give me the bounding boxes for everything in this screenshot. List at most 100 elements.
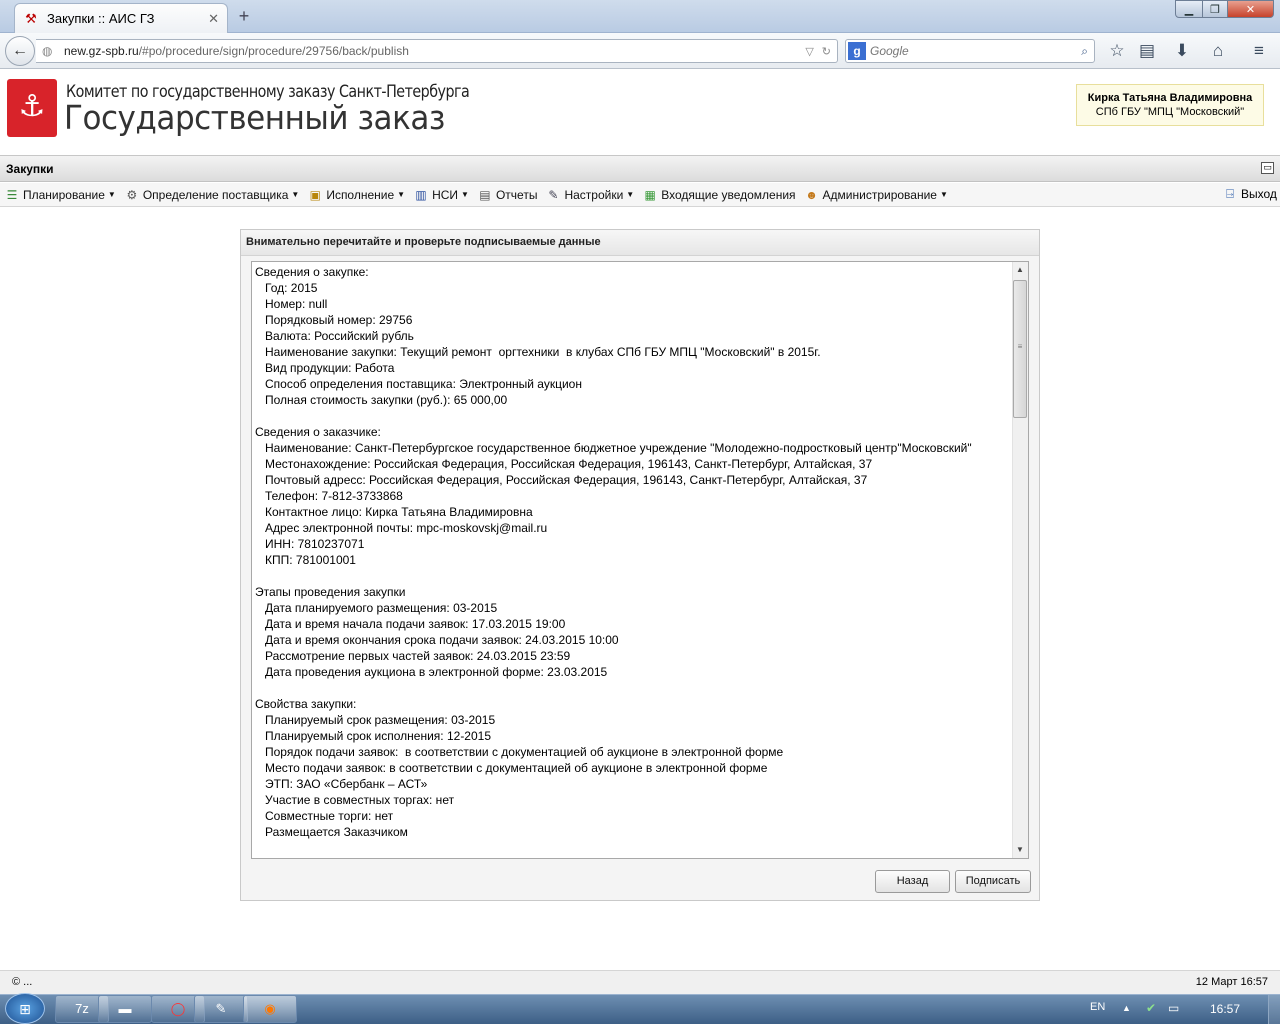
status-bar: © ... 12 Март 16:57 (0, 970, 1280, 994)
content-line: Планируемый срок исполнения: 12-2015 (255, 729, 492, 743)
address-bar[interactable]: ◍ new.gz-spb.ru/#po/procedure/sign/proce… (36, 39, 838, 63)
content-line: Свойства закупки: (255, 697, 357, 711)
chevron-down-icon: ▼ (939, 190, 948, 199)
content-line: Способ определения поставщика: Электронн… (255, 377, 582, 391)
url-host: new.gz-spb.ru (64, 44, 139, 58)
display-icon[interactable]: ▭ (1168, 1001, 1179, 1015)
tray-expand-icon[interactable]: ▲ (1122, 1003, 1131, 1013)
menu-item-planning[interactable]: ☰ Планирование ▼ (0, 187, 120, 203)
planning-icon: ☰ (6, 187, 18, 202)
content-line: Контактное лицо: Кирка Татьяна Владимиро… (255, 505, 533, 519)
content-line: Год: 2015 (255, 281, 318, 295)
content-line: Совместные торги: нет (255, 809, 394, 823)
content-line: КПП: 781001001 (255, 553, 356, 567)
book-icon: ▥ (415, 187, 427, 202)
content-line: Порядковый номер: 29756 (255, 313, 413, 327)
content-line (255, 568, 1011, 584)
content-line: Сведения о заказчике: (255, 425, 381, 439)
back-arrow-icon[interactable]: ← (5, 36, 35, 66)
search-icon[interactable]: ⌕ (1081, 44, 1088, 59)
content-line: Этапы проведения закупки (255, 585, 406, 599)
taskbar-explorer-icon[interactable]: ▬ (98, 995, 152, 1023)
chevron-down-icon: ▼ (626, 190, 635, 199)
content-line: Дата и время окончания срока подачи заяв… (255, 633, 619, 647)
tab-close-icon[interactable]: ✕ (208, 11, 219, 27)
reload-icon[interactable]: ↻ (822, 45, 831, 58)
chevron-down-icon: ▼ (397, 190, 406, 199)
dialog-title: Внимательно перечитайте и проверьте подп… (241, 230, 1039, 256)
download-icon[interactable]: ⬇ (1171, 40, 1193, 62)
content-line: Сведения о закупке: (255, 265, 369, 279)
google-icon[interactable]: g (848, 42, 866, 60)
content-line: Телефон: 7-812-3733868 (255, 489, 403, 503)
taskbar-firefox-icon[interactable]: ◉ (243, 995, 297, 1023)
content-line: Наименование закупки: Текущий ремонт орг… (255, 345, 821, 359)
search-bar[interactable]: g Google ⌕ (845, 39, 1095, 63)
status-datetime: 12 Март 16:57 (1195, 976, 1268, 988)
content-line: Дата проведения аукциона в электронной ф… (255, 665, 608, 679)
back-button[interactable]: Назад (875, 870, 950, 893)
content-line: Полная стоимость закупки (руб.): 65 000,… (255, 393, 508, 407)
user-name: Кирка Татьяна Владимировна (1087, 92, 1253, 104)
logout-button[interactable]: ⍈ Выход (1222, 186, 1277, 202)
wrench-icon: ✎ (548, 187, 559, 202)
gear-icon: ⚙ (126, 187, 138, 202)
menu-item-settings[interactable]: ✎ Настройки ▼ (541, 187, 638, 203)
menu-icon[interactable]: ≡ (1248, 40, 1270, 62)
tab-title: Закупки :: АИС ГЗ (47, 11, 155, 26)
dropdown-arrow-icon[interactable]: ▽ (805, 45, 813, 58)
system-tray: EN ▲ ✔ ▭ 16:57 (1080, 995, 1280, 1023)
network-icon[interactable]: ✔ (1146, 1001, 1156, 1015)
chevron-down-icon: ▼ (291, 190, 300, 199)
window-close-button[interactable]: ✕ (1227, 0, 1274, 18)
content-line: Дата и время начала подачи заявок: 17.03… (255, 617, 566, 631)
menu-item-reports[interactable]: ▤ Отчеты (473, 187, 541, 203)
globe-icon: ◍ (42, 44, 53, 58)
content-line: Номер: null (255, 297, 328, 311)
content-line: Рассмотрение первых частей заявок: 24.03… (255, 649, 571, 663)
content-line: ИНН: 7810237071 (255, 537, 365, 551)
scroll-up-icon[interactable]: ▲ (1012, 262, 1028, 278)
section-header: Закупки (0, 155, 1280, 182)
site-title: Государственный заказ (64, 98, 445, 137)
scroll-down-icon[interactable]: ▼ (1012, 842, 1028, 858)
window-minimize-button[interactable]: ▁ (1175, 0, 1203, 18)
scroll-thumb[interactable]: ≡ (1013, 280, 1027, 418)
start-button[interactable]: ⊞ (5, 993, 45, 1024)
window-restore-button[interactable]: ❐ (1202, 0, 1228, 18)
content-line: Участие в совместных торгах: нет (255, 793, 455, 807)
content-line: Планируемый срок размещения: 03-2015 (255, 713, 496, 727)
sign-button[interactable]: Подписать (955, 870, 1031, 893)
bookmarks-list-icon[interactable]: ▤ (1136, 40, 1158, 62)
section-title: Закупки (6, 161, 54, 176)
collapse-icon[interactable]: ▭ (1261, 162, 1274, 174)
logout-icon: ⍈ (1226, 186, 1234, 201)
menu-item-admin[interactable]: ☻ Администрирование ▼ (800, 187, 952, 203)
browser-tab[interactable]: ⚒ Закупки :: АИС ГЗ ✕ (14, 3, 228, 33)
language-indicator[interactable]: EN (1090, 1001, 1105, 1013)
content-line: Местонахождение: Российская Федерация, Р… (255, 457, 873, 471)
content-line: Вид продукции: Работа (255, 361, 395, 375)
site-favicon-icon: ⚒ (25, 10, 37, 26)
new-tab-icon[interactable]: + (234, 6, 254, 26)
briefcase-icon: ▣ (309, 187, 321, 202)
home-icon[interactable]: ⌂ (1207, 40, 1229, 62)
content-line: Место подачи заявок: в соответствии с до… (255, 761, 768, 775)
content-line: Почтовый адресс: Российская Федерация, Р… (255, 473, 868, 487)
taskbar-notepad-icon[interactable]: ✎ (194, 995, 248, 1023)
user-info-box: Кирка Татьяна Владимировна СПб ГБУ "МПЦ … (1076, 84, 1264, 126)
chevron-down-icon: ▼ (107, 190, 116, 199)
menu-item-execution[interactable]: ▣ Исполнение ▼ (303, 187, 409, 203)
content-line: ЭТП: ЗАО «Сбербанк – АСТ» (255, 777, 428, 791)
spb-coat-of-arms-logo: ⚓ (7, 79, 57, 137)
user-icon: ☻ (805, 187, 818, 202)
menu-item-notifications[interactable]: ▦ Входящие уведомления (638, 187, 799, 203)
bookmark-star-icon[interactable]: ☆ (1106, 40, 1128, 62)
status-text: © ... (12, 976, 33, 988)
taskbar-clock[interactable]: 16:57 (1210, 1002, 1240, 1016)
content-line: Наименование: Санкт-Петербургское госуда… (255, 441, 972, 455)
menu-item-nsi[interactable]: ▥ НСИ ▼ (409, 187, 473, 203)
show-desktop-button[interactable] (1268, 995, 1280, 1024)
menu-item-supplier[interactable]: ⚙ Определение поставщика ▼ (120, 187, 303, 203)
content-line (255, 408, 1011, 424)
